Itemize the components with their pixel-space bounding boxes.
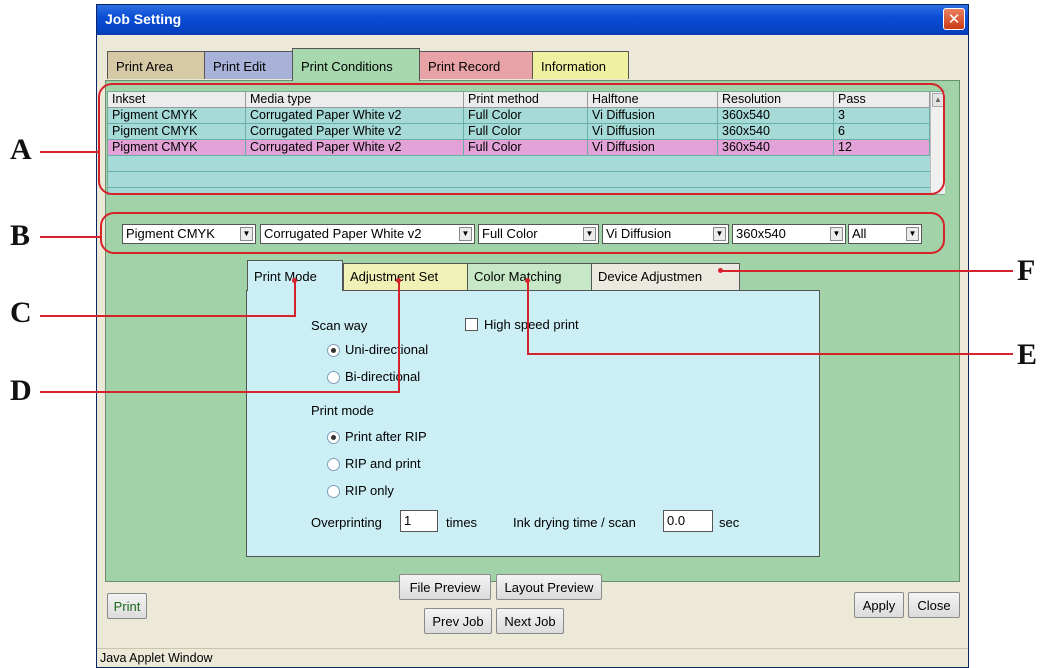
callout-line-e [527, 353, 1013, 355]
callout-dot-f [718, 268, 723, 273]
subtab-adjustment-set[interactable]: Adjustment Set [343, 263, 468, 290]
tab-print-conditions[interactable]: Print Conditions [292, 48, 420, 81]
rip-and-print-label: RIP and print [345, 456, 421, 471]
next-job-button[interactable]: Next Job [496, 608, 564, 634]
callout-line-d [40, 391, 400, 393]
callout-dot-d [396, 278, 401, 283]
title-bar[interactable]: Job Setting ✕ [97, 5, 968, 35]
close-icon: ✕ [947, 11, 961, 28]
uni-directional-label: Uni-directional [345, 342, 429, 357]
callout-line-e-vertical [527, 280, 529, 355]
scan-way-label: Scan way [311, 318, 368, 333]
callout-line-b [40, 236, 100, 238]
callout-dot-c [292, 278, 297, 283]
rip-only-label: RIP only [345, 483, 394, 498]
callout-label-e: E [1017, 338, 1038, 371]
close-window-button[interactable]: ✕ [943, 8, 965, 30]
callout-line-c-vertical [294, 280, 296, 317]
apply-button[interactable]: Apply [854, 592, 904, 618]
bi-directional-radio[interactable] [327, 371, 340, 384]
callout-line-a [40, 151, 98, 153]
print-mode-panel: Scan way Uni-directional Bi-directional … [246, 290, 820, 557]
callout-dot-e [525, 278, 530, 283]
times-label: times [446, 515, 478, 530]
callout-line-f [721, 270, 1013, 272]
tab-print-edit[interactable]: Print Edit [204, 51, 293, 79]
close-button[interactable]: Close [908, 592, 960, 618]
print-after-rip-label: Print after RIP [345, 429, 427, 444]
callout-box-a [98, 83, 945, 195]
callout-label-f: F [1017, 254, 1036, 287]
prev-job-button[interactable]: Prev Job [424, 608, 492, 634]
window-title: Job Setting [105, 11, 182, 27]
callout-label-d: D [10, 374, 32, 407]
overprinting-input[interactable]: 1 [400, 510, 438, 532]
ink-drying-label: Ink drying time / scan [513, 515, 636, 530]
status-bar: Java Applet Window [97, 648, 968, 667]
file-preview-button[interactable]: File Preview [399, 574, 491, 600]
print-button[interactable]: Print [107, 593, 147, 619]
tab-print-record[interactable]: Print Record [419, 51, 533, 79]
tab-print-area[interactable]: Print Area [107, 51, 205, 79]
callout-line-d-vertical [398, 280, 400, 393]
layout-preview-button[interactable]: Layout Preview [496, 574, 602, 600]
rip-and-print-radio[interactable] [327, 458, 340, 471]
callout-label-c: C [10, 296, 32, 329]
print-mode-label: Print mode [311, 403, 374, 418]
bi-directional-label: Bi-directional [345, 369, 421, 384]
callout-box-b [100, 212, 945, 254]
uni-directional-radio[interactable] [327, 344, 340, 357]
subtab-device-adjustment[interactable]: Device Adjustmen [591, 263, 740, 290]
rip-only-radio[interactable] [327, 485, 340, 498]
subtab-color-matching[interactable]: Color Matching [467, 263, 592, 290]
tab-information[interactable]: Information [532, 51, 629, 79]
callout-line-c [40, 315, 296, 317]
overprinting-label: Overprinting [311, 515, 382, 530]
print-after-rip-radio[interactable] [327, 431, 340, 444]
high-speed-print-checkbox[interactable] [465, 318, 478, 331]
sec-label: sec [719, 515, 740, 530]
ink-drying-input[interactable]: 0.0 [663, 510, 713, 532]
callout-label-b: B [10, 219, 31, 252]
high-speed-print-label: High speed print [484, 317, 579, 332]
callout-label-a: A [10, 133, 32, 166]
